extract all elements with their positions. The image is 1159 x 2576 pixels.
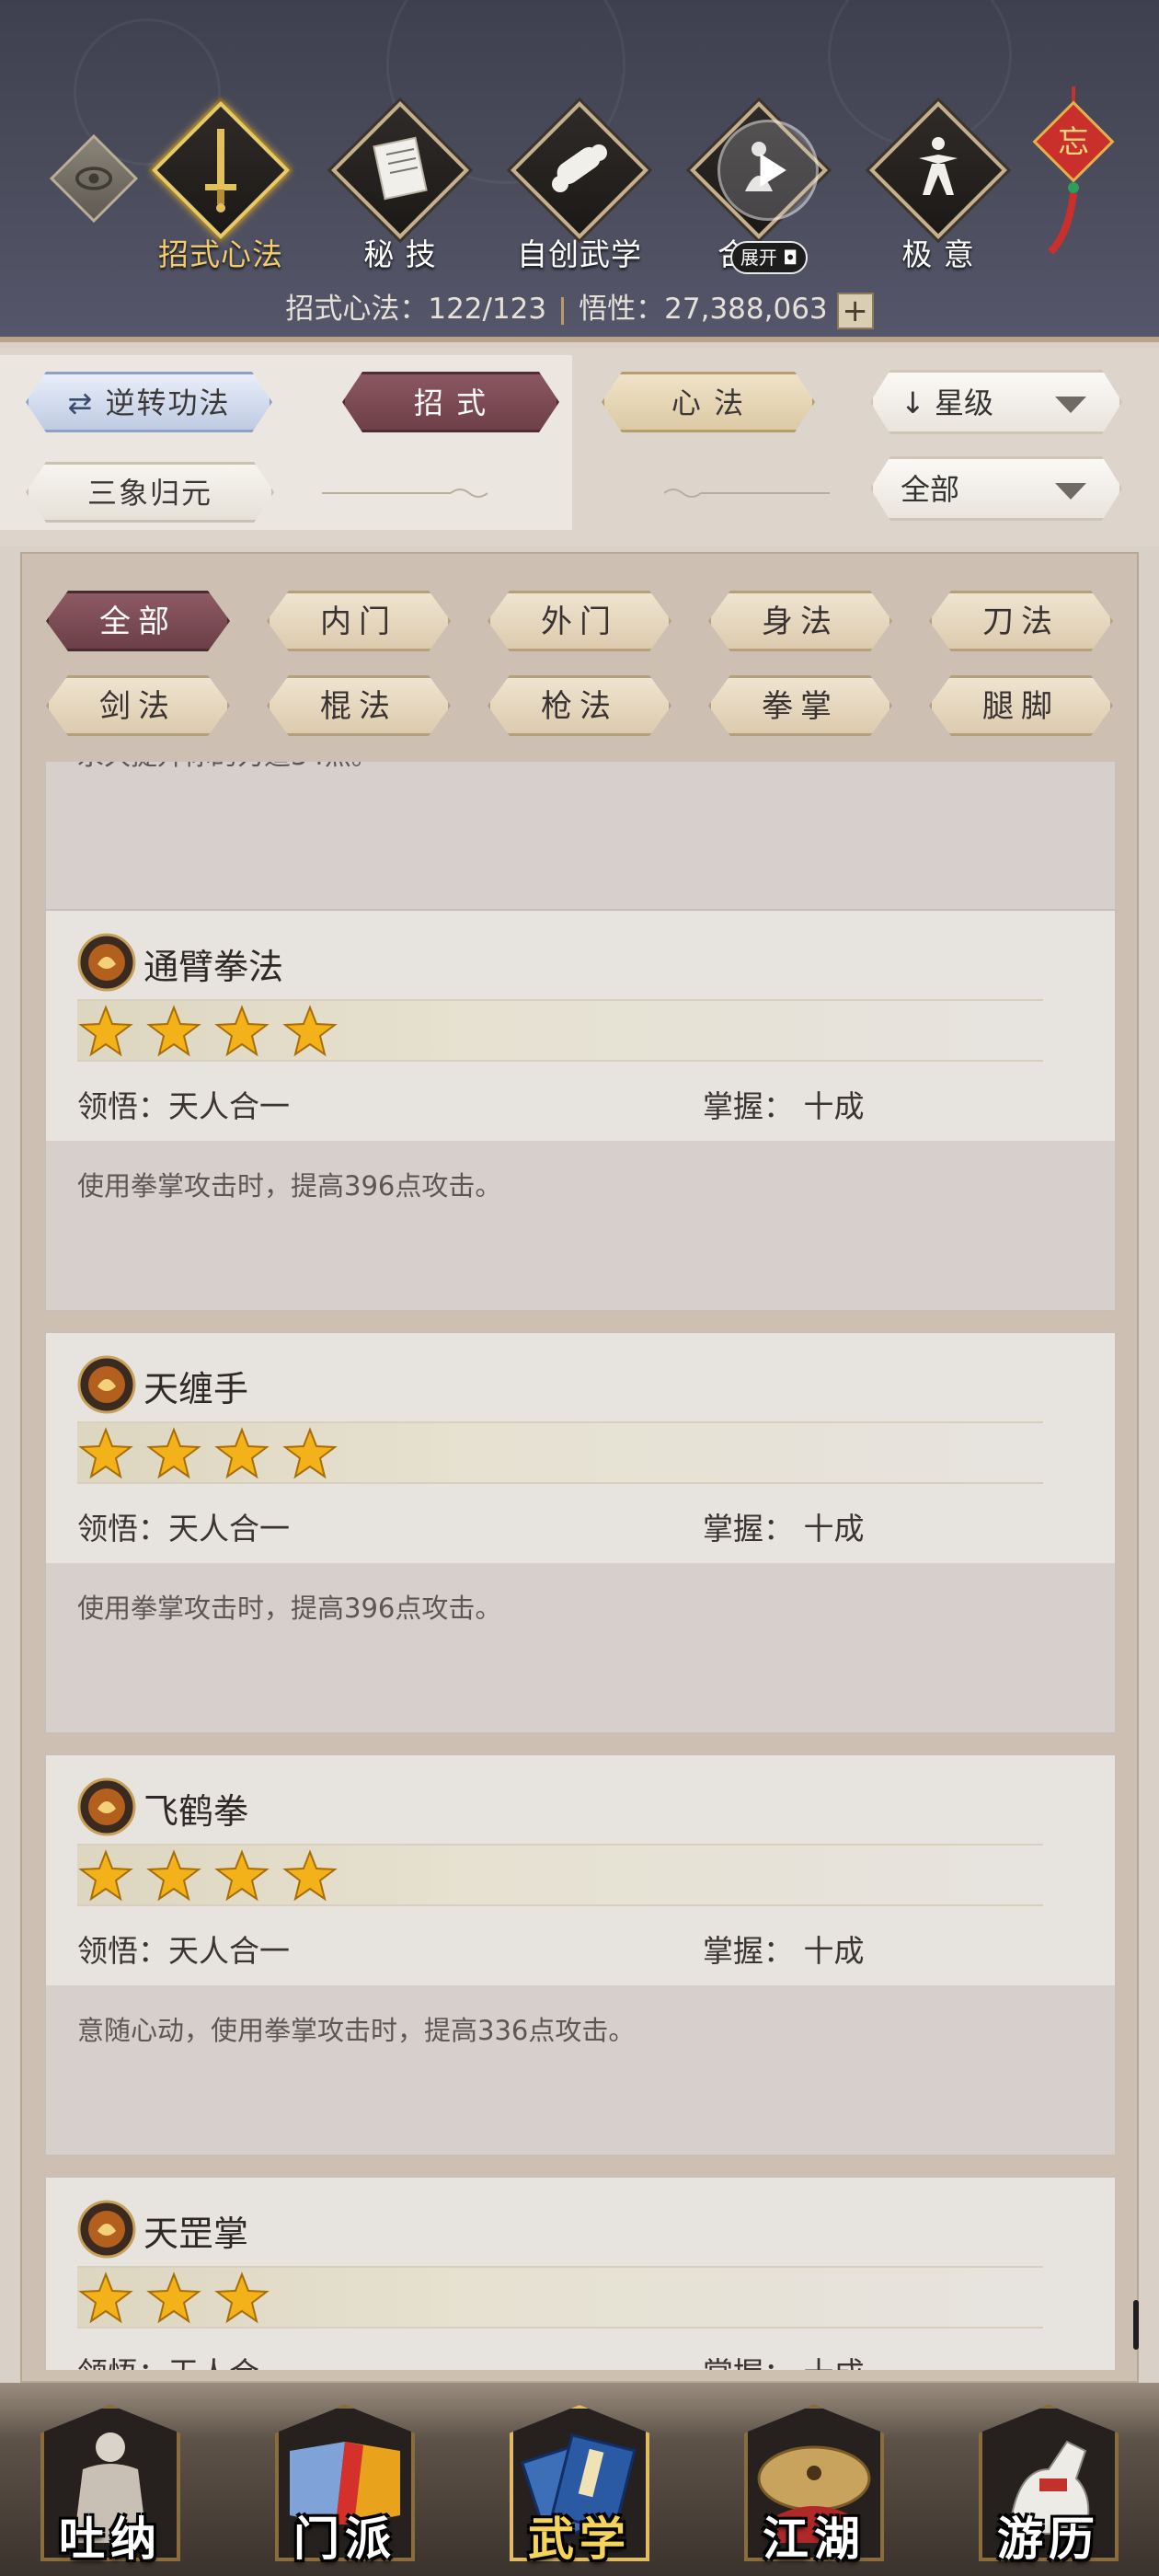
nav-sect[interactable]: 门派 [253,2392,437,2576]
star-icon [78,1005,133,1057]
filter-blade[interactable]: 刀法 [929,591,1113,651]
fist-skill-icon [77,1777,136,1836]
star-icon [146,2271,201,2324]
star-icon [214,1849,270,1902]
swap-icon: ⇄ [67,385,95,420]
star-rating [77,999,1043,1062]
chevron-down-icon [1055,397,1086,413]
category-moves-mind[interactable]: 招式心法 [143,101,299,274]
comprehension-label: 领悟：天人合一 [77,1933,290,1969]
play-icon [760,154,786,187]
star-icon [214,1005,270,1057]
mastery-label: 掌握： 十成 [703,1933,865,1969]
stats-line: 招式心法：122/123 悟性：27,388,063 + [0,285,1159,329]
filter-inner-sect[interactable]: 内门 [267,591,451,651]
star-icon [146,1005,201,1057]
skill-card[interactable]: 使用拳掌攻击时，提高396点攻击。 通臂拳法 领悟：天人合一 掌握： 十成 [44,909,1117,1312]
category-self-created[interactable]: 自创武学 [501,101,658,274]
star-icon [78,2271,133,2324]
filter-fist-palm[interactable]: 拳掌 [708,675,892,736]
divider-ornament [322,489,488,498]
reverse-technique-button[interactable]: ⇄ 逆转功法 [26,372,272,432]
filter-staff[interactable]: 棍法 [267,675,451,736]
skill-description-area: 意随心动，使用拳掌攻击时，提高336点攻击。 [46,1985,1115,2155]
skill-card[interactable]: 意随心动，使用拳掌攻击时，提高336点攻击。 飞鹤拳 领悟：天人合一 掌握： 十… [44,1754,1117,2156]
star-icon [146,1427,201,1479]
comprehension-label: 领悟：天人合一 [77,2349,290,2370]
skill-list-panel: 全部 内门 外门 身法 刀法 剑法 棍法 枪法 拳掌 腿脚 永久提升你的力道34… [20,552,1139,2383]
book-icon [373,136,428,201]
sword-icon [205,129,236,213]
tab-moves[interactable]: 招 式 [342,372,559,432]
top-header: 招式心法 秘 技 自创武学 合 展开 ◘ [0,0,1159,342]
skill-scroll-area[interactable]: 永久提升你的力道34点。 使用拳掌攻击时，提高396点攻击。 通臂拳法 领悟：天… [44,762,1117,2370]
star-rating [77,2266,1043,2329]
category-secret-skills[interactable]: 秘 技 [322,101,478,274]
insight-value: 27,388,063 [664,293,828,326]
filter-leg[interactable]: 腿脚 [929,675,1113,736]
star-icon [282,1849,338,1902]
nav-breathing[interactable]: 吐纳 [18,2392,202,2576]
eye-icon [75,167,113,190]
fist-skill-icon [77,2200,136,2259]
star-icon [146,1849,201,1902]
skill-card-partial[interactable]: 永久提升你的力道34点。 [44,762,1117,926]
star-icon [214,2271,270,2324]
video-play-overlay[interactable] [717,120,819,221]
mastery-label: 掌握： 十成 [703,1511,865,1547]
scrollbar-thumb[interactable] [1133,2300,1139,2350]
skill-card[interactable]: 天罡掌 领悟：天人合一 掌握： 十成 [44,2176,1117,2370]
star-rating [77,1421,1043,1484]
divider [561,296,565,325]
fist-skill-icon [77,933,136,992]
filter-all[interactable]: 全部 [46,591,230,651]
expand-badge[interactable]: 展开 ◘ [730,241,808,274]
sanxiang-button[interactable]: 三象归元 [26,462,274,523]
filter-spear[interactable]: 枪法 [488,675,671,736]
divider-ornament [664,489,830,498]
star-icon [282,1005,338,1057]
chevron-down-icon [1055,483,1086,500]
mastery-label: 掌握： 十成 [703,1088,865,1124]
nav-travel[interactable]: 游历 [957,2392,1141,2576]
bottom-nav: 吐纳 门派 武学 江湖 游历 [0,2383,1159,2576]
filter-sword[interactable]: 剑法 [46,675,230,736]
mastery-label: 掌握： 十成 [703,2349,865,2370]
add-insight-button[interactable]: + [836,292,874,329]
martial-pose-icon [919,137,958,195]
category-ultimate[interactable]: 极 意 [860,101,1016,274]
fist-skill-icon [77,1355,136,1414]
comprehension-label: 领悟：天人合一 [77,1511,290,1547]
type-filter-dropdown[interactable]: 全部 [870,456,1122,521]
chinese-knot-icon[interactable]: 忘 [1023,86,1124,270]
sort-dropdown[interactable]: ↓ 星级 [870,370,1122,434]
skills-count: 122/123 [428,293,547,326]
control-bar: ⇄ 逆转功法 招 式 心 法 ↓ 星级 三象归元 全部 [0,348,1159,546]
star-rating [77,1844,1043,1906]
comprehension-label: 领悟：天人合一 [77,1088,290,1124]
star-icon [214,1427,270,1479]
skill-description-area: 使用拳掌攻击时，提高396点攻击。 [46,1141,1115,1310]
filter-outer-sect[interactable]: 外门 [488,591,671,651]
star-icon [78,1849,133,1902]
skill-description-area: 使用拳掌攻击时，提高396点攻击。 [46,1563,1115,1732]
star-icon [78,1427,133,1479]
nav-jianghu[interactable]: 江湖 [722,2392,906,2576]
arrow-down-icon: ↓ [901,385,925,420]
svg-text:忘: 忘 [1058,124,1089,161]
tab-mind[interactable]: 心 法 [602,372,815,432]
nav-martial-arts[interactable]: 武学 [488,2392,671,2576]
filter-footwork[interactable]: 身法 [708,591,892,651]
star-icon [282,1427,338,1479]
skill-card[interactable]: 使用拳掌攻击时，提高396点攻击。 天缠手 领悟：天人合一 掌握： 十成 [44,1331,1117,1734]
scroll-icon [552,144,607,192]
